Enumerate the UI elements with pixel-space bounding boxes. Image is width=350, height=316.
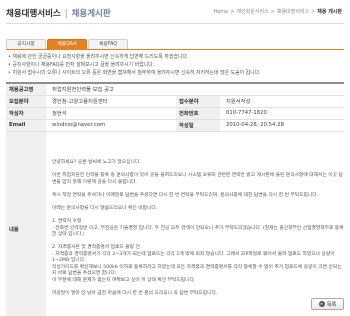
- detail-row-writer: 작성자 정현석 전화번호 010-7747-1820: [6, 107, 344, 120]
- breadcrumb-member-services[interactable]: 개인회원서비스: [236, 9, 268, 15]
- notice-item: • 지원서 접수시의 오류나 사이트의 오류 등은 화면을 캡쳐해서 첨부하여 …: [8, 70, 261, 76]
- value-status: 지원서작성: [220, 95, 344, 108]
- detail-row-content: 내용 안녕하세요? 공론 날씨에 노고가 많으십니다. 이번 취업지원전 인력풀…: [6, 131, 344, 316]
- content-paragraph: 1. 연락처 수정 - 전화번 인력정번 이고, 부전공은 기술경영 입니다. …: [52, 218, 344, 238]
- detail-row-title: 채용공고명 취업지원전인력풀 모집 공고: [6, 83, 344, 96]
- tab-notice[interactable]: 공지사항: [6, 39, 46, 49]
- page-title: 채용대행서비스 | 채용게시판: [6, 7, 111, 19]
- page-subtitle: 채용게시판: [71, 9, 111, 19]
- breadcrumb: Home > 개인회원서비스 > 채용대행서비스 > 채용 게시판: [213, 8, 342, 15]
- breadcrumb-recruit-agency[interactable]: 채용대행서비스: [277, 9, 309, 15]
- notice-item: • 공지사항이나 채용FAQ를 먼저 살펴보시고 글을 올려주시기 바랍니다.: [8, 62, 155, 68]
- value-date: 2010-04-28, 20:54:28: [220, 119, 344, 132]
- post-detail-table: 채용공고명 취업지원전인력풀 모집 공고 모집분야 경인청-고양고용지원센터 접…: [6, 82, 344, 316]
- post-content: 안녕하세요? 공론 날씨에 노고가 많으십니다. 이번 취업지원전 인력풀 등록…: [46, 131, 344, 316]
- tab-divider: [6, 49, 344, 50]
- list-button[interactable]: ≡ 목록: [311, 298, 344, 310]
- tab-qna[interactable]: 채용Q&A: [47, 39, 87, 49]
- breadcrumb-separator-icon: >: [230, 9, 235, 15]
- list-icon: ≡: [318, 301, 325, 307]
- label-email: Email: [6, 119, 46, 132]
- list-button-label: 목록: [326, 301, 337, 308]
- label-status: 접수분야: [176, 95, 220, 108]
- content-paragraph: 마감일이 얼마 안 남아 급한 마음에 다시 한 번 문의 드리오니 꼭 답변 …: [52, 291, 218, 297]
- label-office: 모집분야: [6, 95, 46, 108]
- breadcrumb-separator-icon: >: [311, 9, 316, 15]
- board-tabs: 공지사항 채용Q&A 채용FAQ: [6, 39, 129, 49]
- label-date: 작성일: [176, 119, 220, 132]
- value-post-title: 취업지원전인력풀 모집 공고: [46, 83, 344, 96]
- content-paragraph: 이번 취업지원전 인력풀 등록 중 문의사항이 있어 글을 올려드리오니 시스템…: [52, 173, 343, 185]
- tab-faq[interactable]: 채용FAQ: [88, 39, 128, 49]
- title-divider: [6, 23, 344, 24]
- page-title-main: 채용대행서비스: [6, 9, 61, 19]
- detail-row-office: 모집분야 경인청-고양고용지원센터 접수분야 지원서작성: [6, 95, 344, 108]
- value-office: 경인청-고양고용지원센터: [46, 95, 176, 108]
- breadcrumb-separator-icon: >: [270, 9, 275, 15]
- detail-row-email: Email windcio@naver.com 작성일 2010-04-28, …: [6, 119, 344, 132]
- label-content: 내용: [6, 131, 46, 316]
- value-phone: 010-7747-1820: [220, 107, 344, 120]
- label-post-title: 채용공고명: [6, 83, 46, 96]
- value-writer: 정현석: [46, 107, 176, 120]
- notice-item: • 채용에 관한 궁금증이나 요청사항을 올려주시면 신속하게 답변해 드리도록…: [8, 54, 189, 60]
- value-email: windcio@naver.com: [46, 119, 176, 132]
- label-phone: 전화번호: [176, 107, 220, 120]
- content-paragraph: 아래는 문의사항을 다시 말씀드리오니 확인 바랍니다.: [52, 205, 158, 211]
- content-paragraph: 혹시 적정 연락을 주셔거나 이메일로 답변을 주셨다면 다시 한 번 연락을 …: [52, 192, 319, 198]
- page-title-separator: |: [64, 9, 68, 19]
- label-writer: 작성자: [6, 107, 46, 120]
- content-paragraph: 안녕하세요? 공론 날씨에 노고가 많으십니다.: [52, 160, 141, 166]
- content-paragraph: 2. 자격증사본 및 경력증명서 업로드 불량 건 - 자격증과 경력증명서가 …: [52, 245, 342, 284]
- breadcrumb-current: 채용 게시판: [317, 9, 342, 15]
- notice-list: • 채용에 관한 궁금증이나 요청사항을 올려주시면 신속하게 답변해 드리도록…: [8, 53, 342, 77]
- breadcrumb-home[interactable]: Home: [213, 9, 228, 15]
